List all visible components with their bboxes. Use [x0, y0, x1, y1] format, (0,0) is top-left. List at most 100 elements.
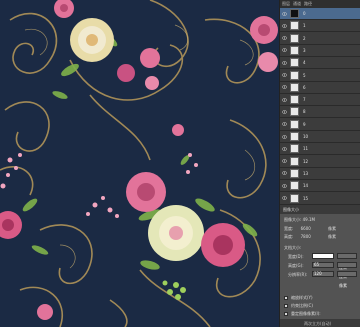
resolution-unit-select[interactable]: 像素 — [337, 271, 357, 288]
layer-thumbnail — [290, 82, 299, 92]
layer-row[interactable]: 5 — [280, 70, 360, 82]
layer-row[interactable]: 10 — [280, 131, 360, 143]
layer-row[interactable]: 1 — [280, 20, 360, 33]
layer-row[interactable]: 12 — [280, 156, 360, 168]
layer-name: 4 — [303, 60, 306, 66]
layer-name: 12 — [303, 158, 309, 164]
tab-paths[interactable]: 路径 — [304, 1, 312, 7]
layer-row[interactable]: 15 — [280, 193, 360, 205]
layer-thumbnail — [290, 45, 299, 55]
layer-name: 8 — [303, 109, 306, 115]
layer-name: 9 — [303, 121, 306, 127]
layer-row[interactable]: 3 — [280, 45, 360, 57]
constrain-proportions-checkbox[interactable] — [284, 304, 288, 308]
doc-width-input[interactable] — [312, 253, 334, 259]
visibility-eye-icon[interactable] — [282, 60, 287, 65]
layer-thumbnail — [290, 132, 299, 141]
layer-row[interactable]: 8 — [280, 106, 360, 119]
document-canvas[interactable] — [0, 0, 279, 327]
resolution-label: 分辨率(R): — [288, 272, 308, 277]
layer-row[interactable]: 2 — [280, 33, 360, 45]
doc-height-unit-select[interactable]: 厘米 — [337, 262, 357, 279]
layer-thumbnail — [290, 58, 299, 68]
visibility-eye-icon[interactable] — [282, 122, 287, 127]
visibility-eye-icon[interactable] — [282, 11, 287, 16]
pixel-height-unit: 像素 — [328, 234, 336, 239]
doc-width-unit-select[interactable]: 厘米 — [337, 253, 357, 270]
layer-name: 2 — [303, 35, 306, 41]
pixel-height-label: 高度: — [284, 234, 294, 239]
scale-styles-label: 缩放样式(Y) — [291, 295, 313, 300]
layer-row[interactable]: 7 — [280, 94, 360, 107]
pixel-height-row: 高度: 7800 — [284, 234, 311, 240]
resample-checkbox[interactable] — [284, 312, 288, 316]
layer-row[interactable]: 14 — [280, 180, 360, 193]
pixel-width-row: 宽度: 6600 — [284, 226, 311, 232]
layers-panel-tabs: 图层 通道 路径 — [280, 0, 360, 8]
doc-width-label: 宽度(D): — [288, 254, 304, 259]
layer-row[interactable]: 0 — [280, 8, 360, 20]
tab-layers[interactable]: 图层 — [282, 1, 290, 7]
resolution-input[interactable]: 120 — [312, 271, 334, 277]
layer-name: 7 — [303, 97, 306, 103]
visibility-eye-icon[interactable] — [282, 196, 287, 201]
layer-thumbnail — [290, 95, 299, 105]
image-size-value: 49.1M — [302, 217, 315, 222]
image-size-label: 图像大小: — [284, 217, 302, 222]
visibility-eye-icon[interactable] — [282, 48, 287, 53]
resolution-unit: 像素 — [339, 283, 347, 288]
layer-thumbnail — [290, 9, 299, 18]
layer-thumbnail — [290, 21, 299, 31]
pixel-height-value: 7800 — [300, 234, 311, 239]
layer-name: 10 — [303, 134, 309, 139]
layer-row[interactable]: 9 — [280, 119, 360, 131]
visibility-eye-icon[interactable] — [282, 146, 287, 151]
layer-thumbnail — [290, 181, 299, 191]
visibility-eye-icon[interactable] — [282, 85, 287, 90]
layer-thumbnail — [290, 193, 299, 203]
layer-row[interactable]: 6 — [280, 82, 360, 94]
resample-label: 重定图像像素(I): — [291, 311, 321, 316]
visibility-eye-icon[interactable] — [282, 97, 287, 102]
layer-name: 13 — [303, 170, 309, 176]
resample-method-bar[interactable]: 两次立方(自动) — [280, 319, 360, 327]
visibility-eye-icon[interactable] — [282, 159, 287, 164]
layer-name: 15 — [303, 195, 309, 201]
layers-panel: 图层 通道 路径 0 1 2 3 4 5 6 7 8 9 10 11 12 13 14 15 — [279, 0, 360, 205]
layer-thumbnail — [290, 33, 299, 43]
visibility-eye-icon[interactable] — [282, 171, 287, 176]
pixel-width-unit: 像素 — [328, 226, 336, 231]
layer-name: 11 — [303, 146, 309, 152]
floral-pattern-artwork — [0, 0, 279, 327]
layer-name: 0 — [303, 11, 306, 16]
layer-thumbnail — [290, 119, 299, 129]
layer-thumbnail — [290, 70, 299, 80]
scale-styles-checkbox[interactable] — [284, 296, 288, 300]
layer-name: 14 — [303, 183, 309, 189]
resample-method: 两次立方(自动) — [304, 321, 332, 326]
layer-thumbnail — [290, 168, 299, 178]
tab-channels[interactable]: 通道 — [293, 1, 301, 7]
layer-name: 1 — [303, 23, 306, 29]
layer-name: 3 — [303, 47, 306, 53]
visibility-eye-icon[interactable] — [282, 109, 287, 114]
layer-thumbnail — [290, 107, 299, 117]
layer-name: 5 — [303, 72, 306, 78]
layer-thumbnail — [290, 156, 299, 166]
visibility-eye-icon[interactable] — [282, 183, 287, 188]
pixel-width-label: 宽度: — [284, 226, 294, 231]
layer-row[interactable]: 13 — [280, 168, 360, 180]
image-size-readout: 图像大小: 49.1M — [284, 217, 315, 223]
visibility-eye-icon[interactable] — [282, 36, 287, 41]
doc-height-label: 高度(G): — [288, 263, 304, 268]
layer-row[interactable]: 4 — [280, 57, 360, 70]
doc-height-input[interactable]: 65 — [312, 262, 334, 268]
dialog-title-bar[interactable]: 图像大小 — [280, 205, 360, 214]
layer-name: 6 — [303, 84, 306, 90]
constrain-proportions-label: 约束比例(C) — [291, 303, 313, 308]
visibility-eye-icon[interactable] — [282, 134, 287, 139]
dialog-title: 图像大小 — [283, 206, 299, 212]
visibility-eye-icon[interactable] — [282, 73, 287, 78]
layer-row[interactable]: 11 — [280, 143, 360, 156]
visibility-eye-icon[interactable] — [282, 23, 287, 28]
